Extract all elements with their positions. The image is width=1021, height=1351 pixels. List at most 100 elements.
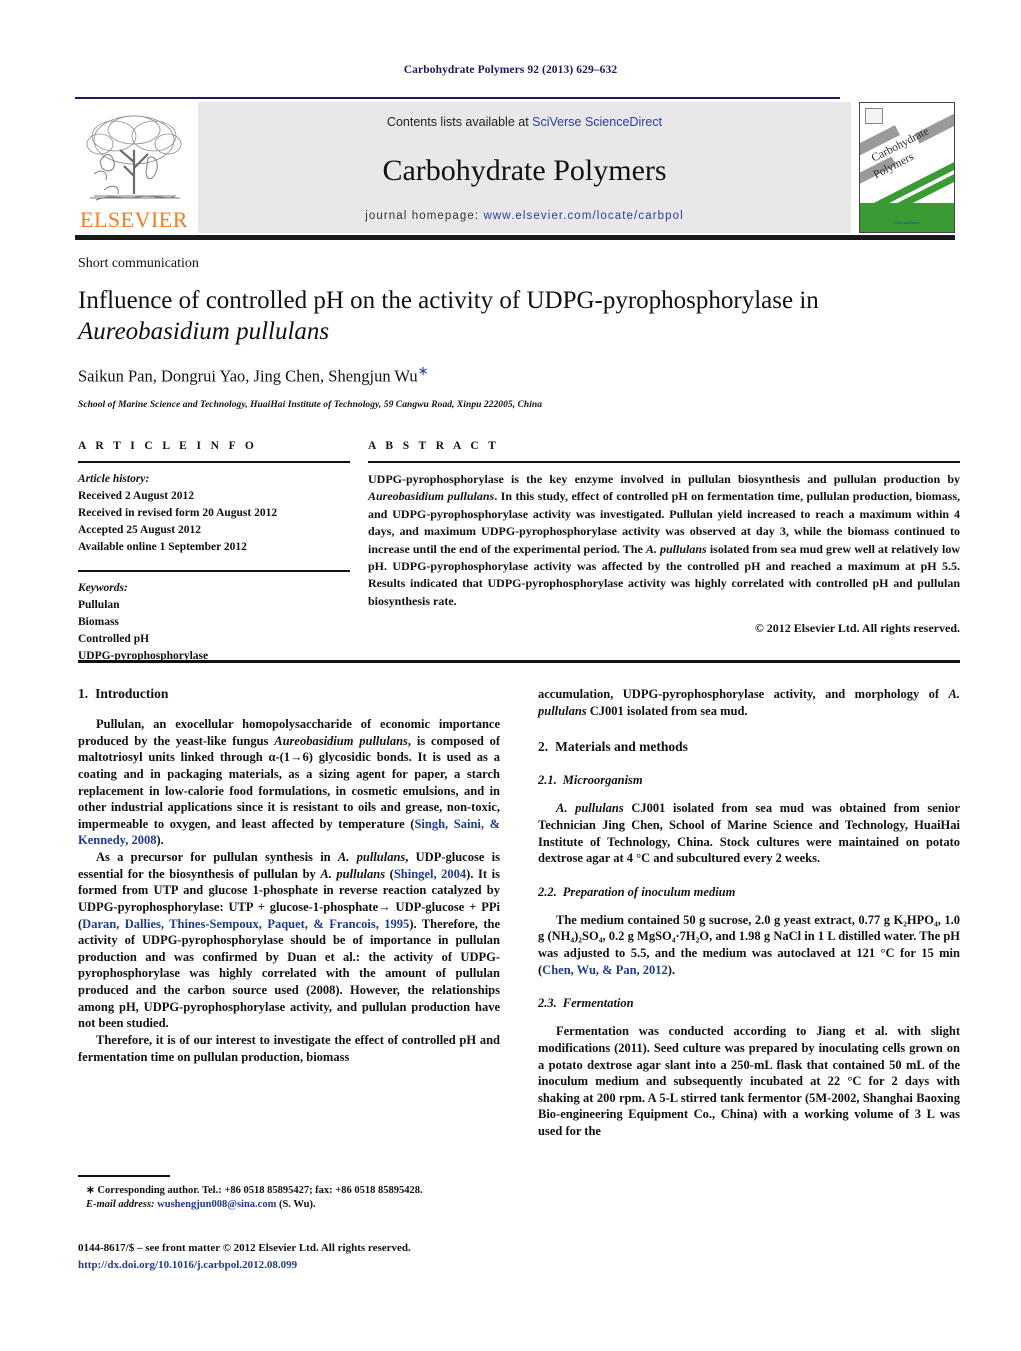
info-abstract-region: A R T I C L E I N F O Article history: R…: [78, 440, 960, 665]
paragraph-intro-3: Therefore, it is of our interest to inve…: [78, 1032, 500, 1064]
article-history-label: Article history:: [78, 473, 150, 485]
keyword-item: Pullulan: [78, 598, 120, 611]
subsection-heading-microorganism: 2.1. Microorganism: [538, 773, 960, 788]
running-head-citation: Carbohydrate Polymers 92 (2013) 629–632: [403, 64, 618, 76]
section-title-2: Materials and methods: [555, 739, 688, 755]
footnote-email-line: E-mail address: wushengjun008@sina.com (…: [78, 1198, 500, 1213]
body-left-column: 1. Introduction Pullulan, an exocellular …: [78, 686, 500, 1140]
title-block: Short communication Influence of control…: [78, 256, 958, 410]
footnote-contact-line: ∗ Corresponding author. Tel.: +86 0518 8…: [86, 1184, 423, 1196]
masthead-bottom-rule: [75, 235, 955, 240]
article-info-column: A R T I C L E I N F O Article history: R…: [78, 440, 350, 665]
affiliation: School of Marine Science and Technology,…: [78, 399, 543, 410]
pc-seg-a: accumulation, UDPG-pyrophosphorylase act…: [538, 687, 949, 701]
journal-info-band: Contents lists available at SciVerse Sci…: [198, 102, 851, 233]
author-names: Saikun Pan, Dongrui Yao, Jing Chen, Shen…: [78, 366, 418, 386]
subsection-number-23: 2.3.: [538, 996, 557, 1011]
title-text-italic: Aureobasidium pullulans: [78, 317, 330, 345]
subsection-heading-inoculum-medium: 2.2. Preparation of inoculum medium: [538, 885, 960, 900]
keyword-item: Controlled pH: [78, 632, 150, 645]
abstract-text: UDPG-pyrophosphorylase is the key enzyme…: [368, 471, 960, 610]
section-heading-materials-methods: 2. Materials and methods: [538, 739, 960, 755]
p2-seg-a: As a precursor for pullulan synthesis in: [96, 850, 338, 864]
abstract-seg-1: UDPG-pyrophosphorylase is the key enzyme…: [368, 472, 960, 486]
citation-link-shingel[interactable]: Shingel, 2004: [394, 867, 466, 881]
homepage-prefix-text: journal homepage:: [365, 210, 484, 222]
elsevier-tree-icon: [86, 115, 182, 201]
abstract-species-1: Aureobasidium pullulans: [368, 489, 495, 504]
journal-homepage-line: journal homepage: www.elsevier.com/locat…: [365, 210, 684, 222]
sciencedirect-link[interactable]: SciVerse ScienceDirect: [532, 115, 662, 129]
p2-species-1: A. pullulans: [337, 850, 406, 864]
paragraph-microorganism: A. pullulans CJ001 isolated from sea mud…: [538, 800, 960, 867]
subsection-number-21: 2.1.: [538, 773, 557, 788]
citation-link-daran[interactable]: Daran, Dallies, Thines-Sempoux, Paquet, …: [82, 917, 409, 931]
section-title-1: Introduction: [95, 686, 169, 701]
cover-sciencedirect-label: ScienceDirect: [894, 220, 920, 225]
subsection-number-22: 2.2.: [538, 884, 557, 899]
abstract-species-2: A. pullulans: [645, 541, 707, 556]
s21-species: A. pullulans: [556, 801, 624, 816]
issn-copyright-line: 0144-8617/$ – see front matter © 2012 El…: [78, 1242, 411, 1254]
title-text-main: Influence of controlled pH on the activi…: [78, 287, 819, 314]
corresponding-author-marker: ∗: [417, 363, 429, 378]
subsection-heading-fermentation: 2.3. Fermentation: [538, 996, 960, 1011]
journal-masthead: ELSEVIER Contents lists available at Sci…: [75, 97, 955, 240]
abstract-heading: A B S T R A C T: [368, 440, 500, 452]
paragraph-fermentation: Fermentation was conducted according to …: [538, 1024, 960, 1138]
elsevier-wordmark: ELSEVIER: [80, 207, 188, 232]
article-history-group: Article history: Received 2 August 2012 …: [78, 471, 350, 556]
section-heading-introduction: 1. Introduction: [78, 686, 500, 702]
email-address-link[interactable]: wushengjun008@sina.com: [157, 1199, 276, 1210]
cover-publisher-logo-icon: [865, 108, 883, 124]
s22-seg-b: ).: [667, 962, 676, 977]
article-page: Carbohydrate Polymers 92 (2013) 629–632: [0, 0, 1021, 1351]
masthead-top-rule: [75, 97, 840, 99]
cover-green-block: [860, 203, 954, 232]
document-type-label: Short communication: [78, 256, 199, 271]
contents-available-line: Contents lists available at SciVerse Sci…: [387, 115, 662, 129]
history-item: Received 2 August 2012: [78, 490, 194, 503]
page-title: Influence of controlled pH on the activi…: [78, 286, 908, 347]
footnote-rule: [78, 1175, 170, 1177]
abstract-column: A B S T R A C T UDPG-pyrophosphorylase i…: [368, 440, 960, 665]
p2-seg-e: ). Therefore, the activity of UDPG-pyrop…: [78, 916, 501, 1031]
history-item: Accepted 25 August 2012: [78, 524, 201, 537]
paragraph-intro-2: As a precursor for pullulan synthesis in…: [78, 849, 500, 1032]
abstract-bottom-rule: [78, 660, 960, 663]
article-info-heading: A R T I C L E I N F O: [78, 440, 258, 452]
p2-species-2: A. pullulans: [320, 866, 386, 881]
contents-prefix-text: Contents lists available at: [386, 115, 533, 129]
email-address-label: E-mail address:: [86, 1199, 155, 1211]
article-info-rule-top: [78, 461, 350, 463]
history-item: Received in revised form 20 August 2012: [78, 507, 278, 520]
keyword-item: Biomass: [78, 615, 119, 628]
page-footer: 0144-8617/$ – see front matter © 2012 El…: [78, 1240, 578, 1273]
subsection-title-21: Microorganism: [562, 773, 643, 788]
history-item: Available online 1 September 2012: [78, 541, 247, 554]
journal-cover-thumbnail: Carbohydrate Polymers ScienceDirect: [859, 102, 955, 233]
keywords-group: Keywords: Pullulan Biomass Controlled pH…: [78, 580, 350, 665]
abstract-copyright: © 2012 Elsevier Ltd. All rights reserved…: [754, 621, 960, 636]
doi-link[interactable]: http://dx.doi.org/10.1016/j.carbpol.2012…: [78, 1257, 578, 1274]
p1-seg-c: ).: [156, 833, 164, 848]
body-columns: 1. Introduction Pullulan, an exocellular …: [78, 686, 960, 1140]
paragraph-inoculum-medium: The medium contained 50 g sucrose, 2.0 g…: [538, 912, 960, 979]
elsevier-logo: ELSEVIER: [75, 102, 193, 233]
subsection-title-22: Preparation of inoculum medium: [562, 884, 736, 899]
paragraph-intro-1: Pullulan, an exocellular homopolysacchar…: [78, 716, 500, 849]
corresponding-author-footnote: ∗ Corresponding author. Tel.: +86 0518 8…: [78, 1175, 500, 1213]
email-suffix: (S. Wu).: [276, 1199, 316, 1211]
body-right-column: accumulation, UDPG-pyrophosphorylase act…: [538, 686, 960, 1140]
p2-seg-c: (: [385, 866, 394, 881]
paragraph-continued: accumulation, UDPG-pyrophosphorylase act…: [538, 686, 960, 719]
journal-homepage-link[interactable]: www.elsevier.com/locate/carbpol: [483, 210, 683, 222]
subsection-title-23: Fermentation: [562, 996, 634, 1011]
section-number-1: 1.: [78, 686, 89, 701]
author-list: Saikun Pan, Dongrui Yao, Jing Chen, Shen…: [78, 363, 958, 387]
pc-seg-b: CJ001 isolated from sea mud.: [586, 703, 748, 718]
citation-link-chen[interactable]: Chen, Wu, & Pan, 2012: [542, 963, 668, 977]
article-info-rule-middle: [78, 570, 350, 572]
abstract-rule-top: [368, 461, 960, 463]
section-number-2: 2.: [538, 739, 549, 755]
